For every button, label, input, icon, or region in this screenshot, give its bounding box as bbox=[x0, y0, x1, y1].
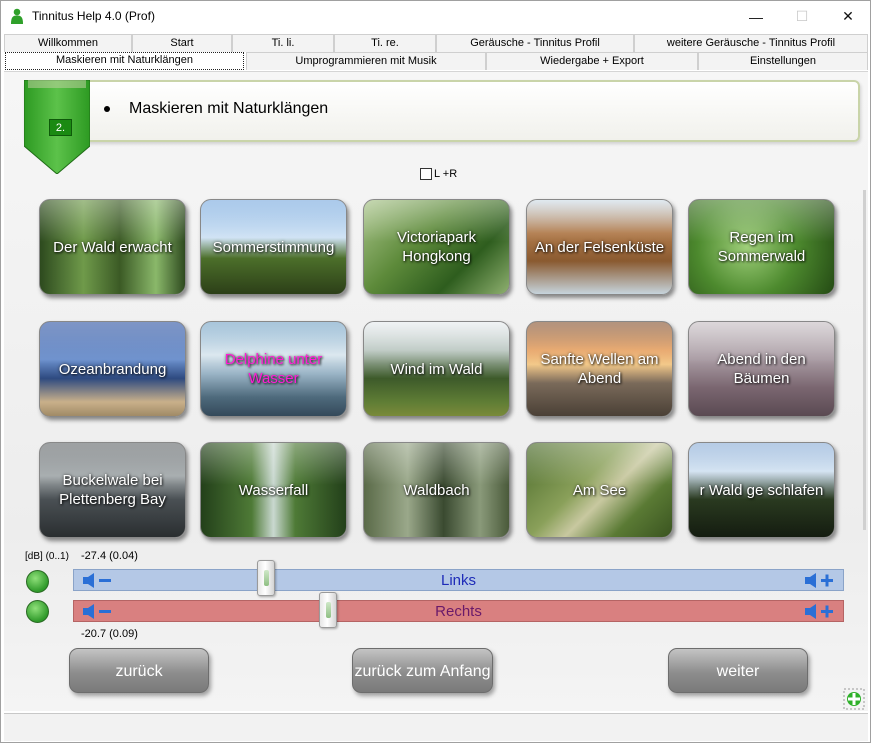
tile-label: Abend in den Bäumen bbox=[717, 351, 806, 387]
app-icon bbox=[11, 8, 23, 24]
volume-up-icon[interactable] bbox=[804, 572, 836, 589]
tile-victoriapark-hongkong[interactable]: Victoriapark Hongkong bbox=[363, 199, 510, 295]
tile-label: Sommerstimmung bbox=[212, 238, 335, 256]
tile-waldbach[interactable]: Waldbach bbox=[363, 442, 510, 538]
tab-row-sub: Maskieren mit Naturklängen Umprogrammier… bbox=[4, 52, 868, 70]
right-slider-thumb[interactable] bbox=[319, 592, 337, 628]
back-to-start-button[interactable]: zurück zum Anfang bbox=[352, 648, 493, 693]
tile-ozeanbrandung[interactable]: Ozeanbrandung bbox=[39, 321, 186, 417]
tile-wind-im-wald[interactable]: Wind im Wald bbox=[363, 321, 510, 417]
tile-sommerstimmung[interactable]: Sommerstimmung bbox=[200, 199, 347, 295]
maximize-button[interactable]: ☐ bbox=[779, 1, 825, 32]
minimize-button[interactable]: — bbox=[733, 1, 779, 32]
window-title: Tinnitus Help 4.0 (Prof) bbox=[32, 9, 155, 23]
left-volume-readout: -27.4 (0.04) bbox=[81, 550, 138, 562]
tile-buckelwale-bei-plettenberg-bay[interactable]: Buckelwale bei Plettenberg Bay bbox=[39, 442, 186, 538]
tile-sanfte-wellen-am-abend[interactable]: Sanfte Wellen am Abend bbox=[526, 321, 673, 417]
tile-der-wald-erwacht[interactable]: Der Wald erwacht bbox=[39, 199, 186, 295]
scrollbar[interactable] bbox=[863, 190, 866, 530]
page-title: Maskieren mit Naturklängen bbox=[129, 100, 329, 117]
tab-tinnitus-right[interactable]: Ti. re. bbox=[334, 34, 436, 52]
lr-checkbox-box[interactable] bbox=[420, 168, 432, 180]
tab-masking-nature[interactable]: Maskieren mit Naturklängen bbox=[5, 52, 244, 70]
title-bar: Tinnitus Help 4.0 (Prof) — ☐ ✕ bbox=[1, 1, 870, 32]
tile-label: Delphine unter Wasser bbox=[224, 351, 323, 387]
tab-row-main: Willkommen Start Ti. li. Ti. re. Geräusc… bbox=[4, 34, 868, 52]
tab-start[interactable]: Start bbox=[132, 34, 232, 52]
tile-abend-in-den-baeumen[interactable]: Abend in den Bäumen bbox=[688, 321, 835, 417]
tab-willkommen[interactable]: Willkommen bbox=[4, 34, 132, 52]
tab-more-sounds-profile[interactable]: weitere Geräusche - Tinnitus Profil bbox=[634, 34, 868, 52]
tile-label: Victoriapark Hongkong bbox=[397, 229, 476, 265]
tab-sounds-profile[interactable]: Geräusche - Tinnitus Profil bbox=[436, 34, 634, 52]
right-status-led[interactable] bbox=[26, 600, 49, 623]
tile-label: Der Wald erwacht bbox=[53, 238, 172, 256]
tile-label: Wasserfall bbox=[238, 481, 309, 499]
bullet-icon bbox=[104, 106, 110, 112]
tab-settings[interactable]: Einstellungen bbox=[698, 52, 868, 70]
tile-label: Buckelwale bei Plettenberg Bay bbox=[59, 472, 166, 508]
step-number: 2. bbox=[49, 119, 72, 136]
tile-regen-im-sommerwald[interactable]: Regen im Sommerwald bbox=[688, 199, 835, 295]
tab-playback-export[interactable]: Wiedergabe + Export bbox=[486, 52, 698, 70]
left-status-led[interactable] bbox=[26, 570, 49, 593]
close-button[interactable]: ✕ bbox=[825, 1, 870, 32]
lr-checkbox[interactable]: L +R bbox=[420, 168, 457, 180]
add-icon[interactable] bbox=[843, 688, 865, 710]
tab-reprogram-music[interactable]: Umprogrammieren mit Musik bbox=[246, 52, 486, 70]
tab-tinnitus-left[interactable]: Ti. li. bbox=[232, 34, 334, 52]
tile-am-see[interactable]: Am See bbox=[526, 442, 673, 538]
tile-an-der-felsenkueste[interactable]: An der Felsenküste bbox=[526, 199, 673, 295]
section-header: Maskieren mit Naturklängen bbox=[24, 80, 860, 142]
tile-wasserfall[interactable]: Wasserfall bbox=[200, 442, 347, 538]
next-button[interactable]: weiter bbox=[668, 648, 808, 693]
main-panel: Maskieren mit Naturklängen 2. L +R Der W… bbox=[4, 71, 868, 711]
tile-label: r Wald ge schlafen bbox=[699, 481, 824, 499]
tile-label: Wind im Wald bbox=[390, 360, 483, 378]
back-button[interactable]: zurück bbox=[69, 648, 209, 693]
lr-checkbox-label: L +R bbox=[434, 168, 458, 180]
left-slider-thumb[interactable] bbox=[257, 560, 275, 596]
left-volume-slider[interactable]: Links bbox=[73, 569, 844, 591]
app-window: Tinnitus Help 4.0 (Prof) — ☐ ✕ Willkomme… bbox=[0, 0, 871, 743]
tile-label: Sanfte Wellen am Abend bbox=[540, 351, 659, 387]
volume-up-icon[interactable] bbox=[804, 603, 836, 620]
right-volume-readout: -20.7 (0.09) bbox=[81, 628, 138, 640]
tile-label: An der Felsenküste bbox=[534, 238, 665, 256]
right-volume-slider[interactable]: Rechts bbox=[73, 600, 844, 622]
db-unit-label: [dB] (0..1) bbox=[25, 551, 69, 562]
tile-label: Ozeanbrandung bbox=[58, 360, 167, 378]
tile-wald-schlafen[interactable]: r Wald ge schlafen bbox=[688, 442, 835, 538]
tile-label: Waldbach bbox=[403, 481, 470, 499]
left-channel-label: Links bbox=[440, 572, 477, 589]
tile-label: Regen im Sommerwald bbox=[717, 229, 806, 265]
right-channel-label: Rechts bbox=[435, 603, 482, 620]
tile-label: Am See bbox=[572, 481, 627, 499]
tile-delphine-unter-wasser[interactable]: Delphine unter Wasser bbox=[200, 321, 347, 417]
status-bar bbox=[4, 713, 868, 741]
